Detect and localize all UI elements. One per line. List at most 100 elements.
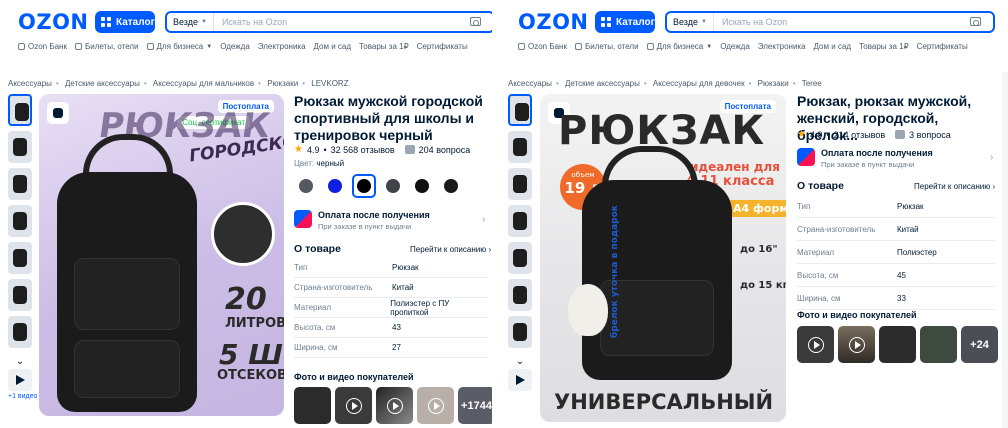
rating-value: 4.9 (809, 129, 823, 140)
rating-row[interactable]: ★ 4.9 • 214 отзывов 3 вопроса (797, 129, 951, 140)
customer-photo[interactable] (294, 387, 331, 424)
camera-icon[interactable] (970, 17, 981, 26)
thumbnail[interactable] (508, 316, 532, 348)
breadcrumb-item[interactable]: LEVKORZ (311, 79, 348, 88)
questions-count[interactable]: 204 вопроса (419, 145, 471, 155)
nav-item-1rub[interactable]: Товары за 1₽ (359, 42, 409, 51)
go-to-description-link[interactable]: Перейти к описанию › (914, 182, 995, 191)
thumbnail[interactable] (8, 279, 32, 311)
breadcrumb-item[interactable]: Детские аксессуары (565, 79, 640, 88)
catalog-button[interactable]: Каталог (95, 11, 155, 33)
questions-count[interactable]: 3 вопроса (909, 130, 951, 140)
breadcrumb-item[interactable]: Аксессуары для девочек (653, 79, 745, 88)
color-swatch[interactable] (381, 174, 405, 198)
thumbnail[interactable] (508, 168, 532, 200)
chevron-right-icon: › (488, 245, 492, 254)
chevron-right-icon[interactable]: › (990, 152, 993, 163)
nav-item-electronics[interactable]: Электроника (258, 42, 306, 51)
chevron-right-icon[interactable]: › (482, 214, 485, 225)
product-main-image[interactable]: Постоплата РЮКЗАК идеален для 4-11 класс… (540, 94, 786, 422)
payment-block[interactable]: Оплата после получения При заказе в пунк… (797, 148, 933, 169)
customer-video[interactable] (376, 387, 413, 424)
thumbnail[interactable] (508, 131, 532, 163)
search-bar[interactable]: Везде ▼ (665, 11, 995, 33)
search-scope-select[interactable]: Везде ▼ (167, 13, 214, 31)
nav-item-business[interactable]: Для бизнеса ▼ (146, 42, 212, 51)
nav-item-home[interactable]: Дом и сад (814, 42, 852, 51)
ozon-logo[interactable]: OZON (18, 10, 89, 34)
nav-item-electronics[interactable]: Электроника (758, 42, 806, 51)
image-search-icon[interactable] (47, 102, 69, 124)
search-bar[interactable]: Везде ▼ (165, 11, 492, 33)
breadcrumb-item[interactable]: Рюкзаки (758, 79, 789, 88)
color-swatch[interactable] (410, 174, 434, 198)
customer-photo[interactable] (879, 326, 916, 363)
search-input[interactable] (713, 17, 993, 27)
reviews-count[interactable]: 214 отзывов (834, 130, 886, 140)
thumbnail[interactable] (508, 242, 532, 274)
nav-item-home[interactable]: Дом и сад (314, 42, 352, 51)
thumbnail[interactable] (8, 168, 32, 200)
nav-item-tickets[interactable]: Билеты, отели (74, 42, 139, 51)
customer-photo[interactable] (920, 326, 957, 363)
breadcrumb-item[interactable]: Аксессуары (8, 79, 52, 88)
thumbnail[interactable] (8, 94, 32, 126)
thumbnail[interactable] (508, 279, 532, 311)
backpack-image (582, 180, 732, 380)
customer-video[interactable] (797, 326, 834, 363)
breadcrumb-item[interactable]: Аксессуары для мальчиков (153, 79, 254, 88)
breadcrumb-item[interactable]: Terее (802, 79, 822, 88)
payment-block[interactable]: Оплата после получения При заказе в пунк… (294, 210, 430, 231)
rating-row[interactable]: ★ 4.9 • 32 568 отзывов 204 вопроса (294, 144, 470, 155)
color-dot (444, 179, 458, 193)
go-to-description-link[interactable]: Перейти к описанию › (410, 245, 491, 254)
nav-item-certificates[interactable]: Сертификаты (917, 42, 968, 51)
more-photos[interactable]: +24 (961, 326, 998, 363)
customer-video[interactable] (417, 387, 454, 424)
chevron-down-icon: ▼ (701, 19, 707, 25)
customer-video[interactable] (335, 387, 372, 424)
color-swatch[interactable] (352, 174, 376, 198)
thumbnail[interactable] (8, 131, 32, 163)
question-icon (895, 130, 906, 139)
breadcrumb-item[interactable]: Рюкзаки (267, 79, 298, 88)
nav-item-1rub[interactable]: Товары за 1₽ (859, 42, 909, 51)
color-swatch[interactable] (323, 174, 347, 198)
chevron-down-icon[interactable]: ⌄ (8, 353, 32, 369)
video-thumbnail[interactable] (508, 369, 532, 391)
payment-title: Оплата после получения (318, 210, 430, 220)
video-thumbnail[interactable] (8, 369, 32, 391)
search-input[interactable] (213, 17, 492, 27)
nav-item-clothes[interactable]: Одежда (720, 42, 750, 51)
product-main-image[interactable]: Постоплата Соц. сертификат РЮКЗАК ГОРОДС… (39, 94, 284, 416)
scrollbar[interactable] (1002, 72, 1008, 428)
nav-item-certificates[interactable]: Сертификаты (417, 42, 468, 51)
camera-icon[interactable] (470, 17, 481, 26)
chevron-down-icon[interactable]: ⌄ (508, 353, 532, 369)
nav-item-bank[interactable]: Ozon Банк (18, 42, 67, 51)
thumbnail[interactable] (8, 205, 32, 237)
color-swatch[interactable] (439, 174, 463, 198)
nav-item-business[interactable]: Для бизнеса ▼ (646, 42, 712, 51)
grid-icon (601, 17, 611, 27)
thumbnail-strip: ⌄ (508, 94, 534, 391)
color-swatch[interactable] (294, 174, 318, 198)
thumbnail[interactable] (8, 316, 32, 348)
nav-item-clothes[interactable]: Одежда (220, 42, 250, 51)
nav-item-tickets[interactable]: Билеты, отели (574, 42, 639, 51)
pockets-unit: ОТСЕКОВ (217, 368, 284, 383)
thumbnail[interactable] (8, 242, 32, 274)
color-dot (357, 179, 371, 193)
catalog-button[interactable]: Каталог (595, 11, 655, 33)
breadcrumb-item[interactable]: Аксессуары (508, 79, 552, 88)
breadcrumb-item[interactable]: Детские аксессуары (65, 79, 140, 88)
thumbnail[interactable] (508, 205, 532, 237)
customer-video[interactable] (838, 326, 875, 363)
volume-unit: ЛИТРОВ (225, 316, 284, 331)
ozon-logo[interactable]: OZON (518, 10, 589, 34)
search-scope-select[interactable]: Везде ▼ (667, 13, 714, 31)
thumbnail[interactable] (508, 94, 532, 126)
more-photos[interactable]: +1744 (458, 387, 492, 424)
nav-item-bank[interactable]: Ozon Банк (518, 42, 567, 51)
reviews-count[interactable]: 32 568 отзывов (331, 145, 395, 155)
